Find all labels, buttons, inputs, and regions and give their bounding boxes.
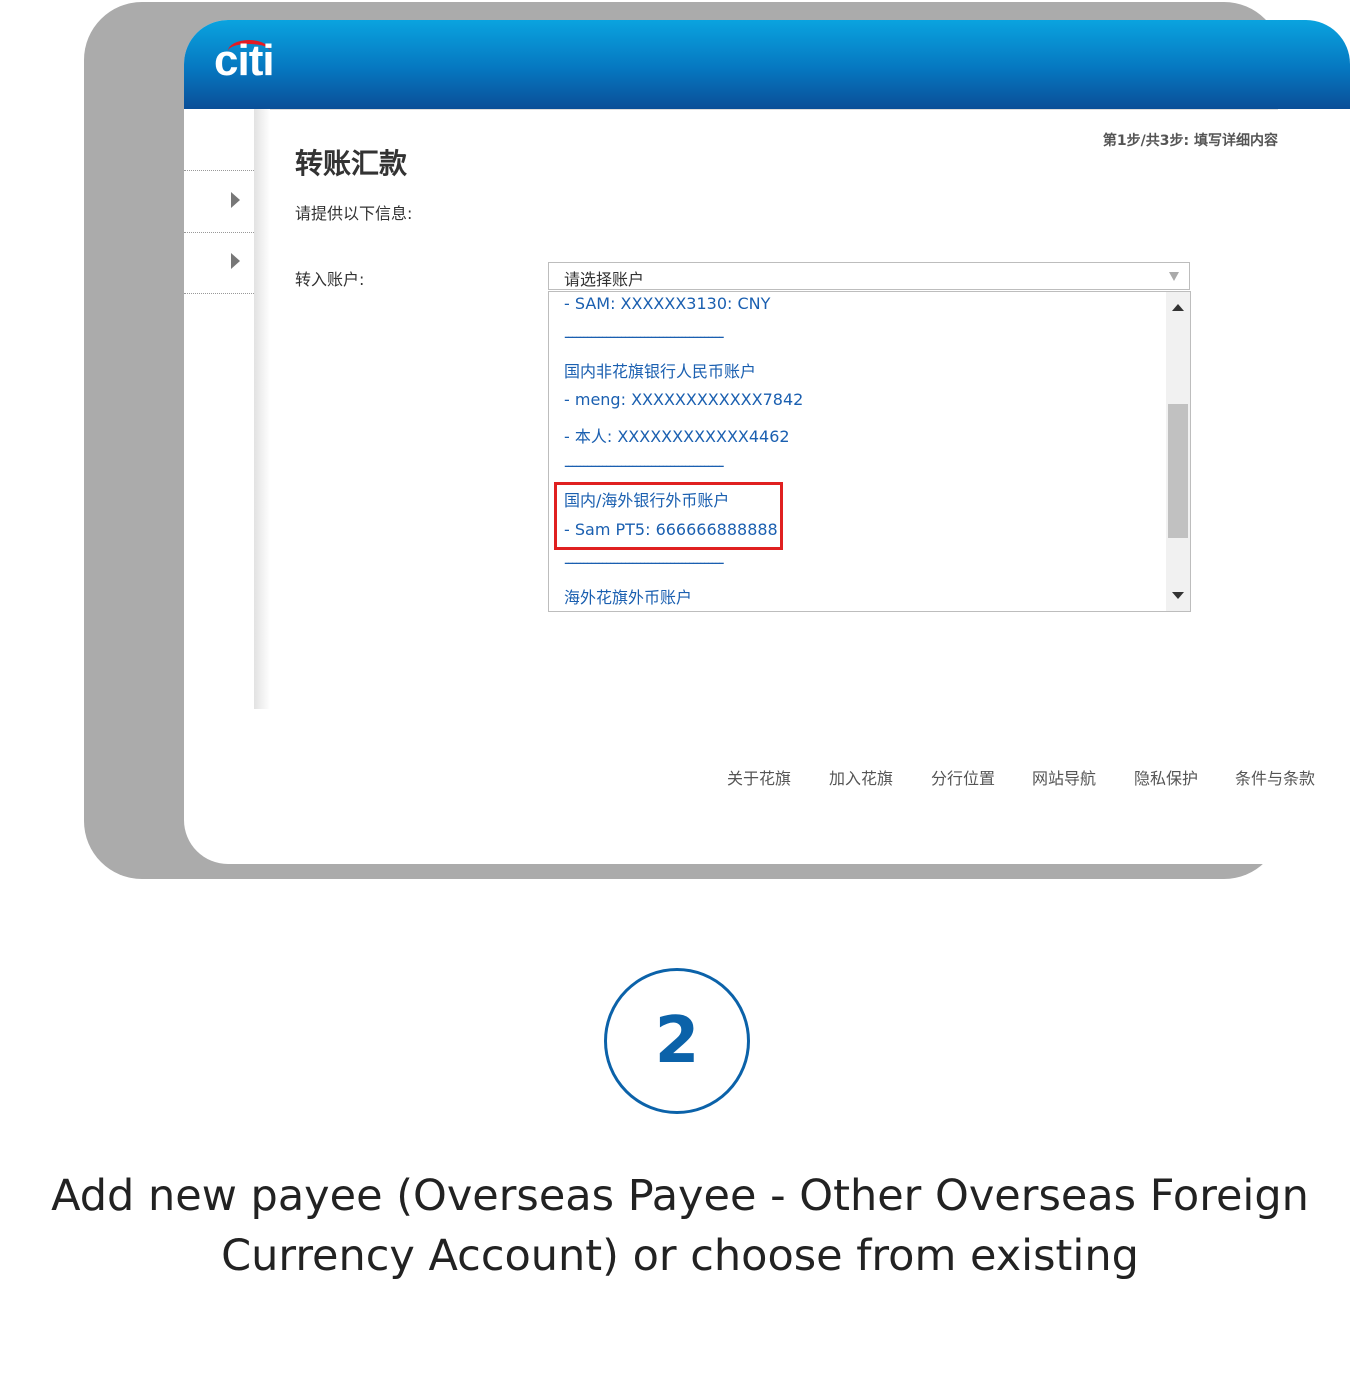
dropdown-group-header: 国内非花旗银行人民币账户 — [564, 362, 757, 381]
dropdown-scrollbar[interactable] — [1166, 292, 1190, 611]
footer-link-privacy[interactable]: 隐私保护 — [1134, 765, 1198, 789]
dropdown-separator: ----------------------------------------… — [564, 327, 724, 346]
dropdown-separator: ----------------------------------------… — [564, 456, 724, 475]
scroll-down-icon[interactable] — [1172, 592, 1184, 599]
header-divider — [256, 109, 1278, 110]
app-screen: citi 转账汇款 第1步/共3步: 填写详细内容 请提供以下信息: 转入账户:… — [184, 20, 1350, 864]
footer-link-about[interactable]: 关于花旗 — [727, 765, 791, 789]
to-account-select[interactable]: 请选择账户 — [548, 262, 1190, 290]
caption-line-2: Currency Account) or choose from existin… — [221, 1231, 1139, 1281]
highlight-box — [554, 482, 783, 550]
step-number: 2 — [654, 1004, 700, 1078]
scroll-up-icon[interactable] — [1172, 304, 1184, 311]
sidebar-divider — [184, 170, 254, 171]
dropdown-option[interactable]: - SAM: XXXXXX3130: CNY — [564, 294, 770, 313]
select-value: 请选择账户 — [564, 270, 645, 289]
sidebar-shadow — [254, 109, 270, 709]
dropdown-option[interactable]: - meng: XXXXXXXXXXXX7842 — [564, 390, 803, 409]
sidebar-expand-icon[interactable] — [231, 253, 240, 269]
form-prompt: 请提供以下信息: — [295, 204, 413, 223]
sidebar-expand-icon[interactable] — [231, 192, 240, 208]
dropdown-option[interactable]: - 本人: XXXXXXXXXXXX4462 — [564, 423, 790, 447]
footer-link-terms[interactable]: 条件与条款 — [1235, 765, 1315, 789]
sidebar-divider — [184, 232, 254, 233]
step-number-badge: 2 — [604, 968, 750, 1114]
sidebar-divider — [184, 293, 254, 294]
footer-link-branches[interactable]: 分行位置 — [931, 765, 995, 789]
citi-logo[interactable]: citi — [214, 36, 275, 86]
dropdown-group-header: 海外花旗外币账户 — [564, 588, 693, 607]
scroll-thumb[interactable] — [1168, 404, 1188, 538]
dropdown-separator: ----------------------------------------… — [564, 553, 724, 572]
guide-caption: Add new payee (Overseas Payee - Other Ov… — [20, 1166, 1340, 1286]
chevron-down-icon[interactable] — [1169, 272, 1179, 281]
page-title: 转账汇款 — [295, 147, 408, 180]
to-account-label: 转入账户: — [295, 270, 365, 289]
account-dropdown-list[interactable]: - SAM: XXXXXX3130: CNY -----------------… — [548, 291, 1191, 612]
step-indicator: 第1步/共3步: 填写详细内容 — [1102, 133, 1278, 149]
device-frame: citi 转账汇款 第1步/共3步: 填写详细内容 请提供以下信息: 转入账户:… — [84, 2, 1350, 879]
header-bar: citi — [184, 20, 1350, 109]
footer-link-sitemap[interactable]: 网站导航 — [1032, 765, 1096, 789]
caption-line-1: Add new payee (Overseas Payee - Other Ov… — [51, 1171, 1309, 1221]
footer-link-join[interactable]: 加入花旗 — [829, 765, 893, 789]
